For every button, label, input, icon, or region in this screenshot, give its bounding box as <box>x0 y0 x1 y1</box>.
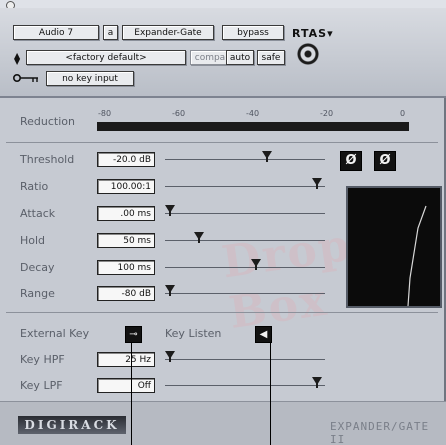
decay-label: Decay <box>20 261 55 274</box>
ratio-value[interactable]: 100.00:1 <box>97 179 155 194</box>
safe-button[interactable]: safe <box>257 50 285 65</box>
key-hpf-value[interactable]: 25 Hz <box>97 352 155 367</box>
range-label: Range <box>20 287 55 300</box>
threshold-value[interactable]: -20.0 dB <box>97 152 155 167</box>
reduction-tick: -40 <box>246 109 260 118</box>
bypass-button[interactable]: bypass <box>222 25 284 40</box>
phase-invert-button-2[interactable]: Ø <box>374 151 396 171</box>
title-strip <box>0 0 446 8</box>
key-listen-label: Key Listen <box>165 327 222 340</box>
external-key-label: External Key <box>20 327 90 340</box>
speaker-icon[interactable]: ◀ <box>255 326 272 343</box>
key-on-icon[interactable]: ⊸ <box>125 326 142 343</box>
key-hpf-label: Key HPF <box>20 353 65 366</box>
reduction-tick: -20 <box>320 109 334 118</box>
plugin-brand: EXPANDER/GATE II <box>330 420 430 445</box>
reduction-meter <box>97 122 409 131</box>
attack-slider[interactable] <box>165 213 325 214</box>
range-slider[interactable] <box>165 293 325 294</box>
threshold-slider[interactable] <box>165 159 325 160</box>
reduction-tick: -80 <box>98 109 112 118</box>
attack-label: Attack <box>20 207 56 220</box>
transfer-curve <box>407 205 427 307</box>
decay-slider[interactable] <box>165 267 325 268</box>
hold-label: Hold <box>20 234 46 247</box>
preset-arrows-icon[interactable]: ▲ ▼ <box>14 52 20 66</box>
reduction-tick: -60 <box>172 109 186 118</box>
key-hpf-slider-thumb[interactable] <box>164 351 175 362</box>
track-selector[interactable]: Audio 7 <box>13 25 99 40</box>
callout-line <box>270 342 271 445</box>
divider <box>6 142 438 143</box>
digirack-logo: DIGIRACK <box>18 416 126 434</box>
insert-selector[interactable]: a <box>103 25 118 40</box>
reduction-tick: 0 <box>400 109 406 118</box>
key-lpf-label: Key LPF <box>20 379 63 392</box>
transfer-curve-display <box>346 186 442 308</box>
ratio-slider[interactable] <box>165 186 325 187</box>
attack-slider-thumb[interactable] <box>164 205 175 216</box>
threshold-label: Threshold <box>20 153 75 166</box>
reduction-label: Reduction <box>20 115 75 128</box>
hold-slider-thumb[interactable] <box>193 232 204 243</box>
key-icon <box>13 74 38 82</box>
range-slider-thumb[interactable] <box>164 285 175 296</box>
range-value[interactable]: -80 dB <box>97 286 155 301</box>
ratio-slider-thumb[interactable] <box>312 178 322 189</box>
target-icon[interactable] <box>297 43 319 65</box>
auto-button[interactable]: auto <box>226 50 254 65</box>
key-lpf-slider[interactable] <box>165 385 325 386</box>
plugin-window: { "header": { "track_name": "Audio 7", "… <box>0 0 446 445</box>
callout-line <box>131 342 132 445</box>
format-label[interactable]: RTAS▾ <box>292 27 334 40</box>
ratio-label: Ratio <box>20 180 49 193</box>
plugin-selector[interactable]: Expander-Gate <box>122 25 214 40</box>
divider <box>6 312 438 313</box>
preset-selector[interactable]: <factory default> <box>26 50 186 65</box>
attack-value[interactable]: .00 ms <box>97 206 155 221</box>
key-lpf-value[interactable]: Off <box>97 378 155 393</box>
phase-invert-button-1[interactable]: Ø <box>340 151 362 171</box>
threshold-slider-thumb[interactable] <box>262 151 273 162</box>
hold-slider[interactable] <box>165 240 325 241</box>
key-input-selector[interactable]: no key input <box>46 71 134 86</box>
decay-value[interactable]: 100 ms <box>97 260 155 275</box>
hold-value[interactable]: 50 ms <box>97 233 155 248</box>
key-hpf-slider[interactable] <box>165 359 325 360</box>
decay-slider-thumb[interactable] <box>251 259 262 270</box>
key-lpf-slider-thumb[interactable] <box>312 377 322 388</box>
